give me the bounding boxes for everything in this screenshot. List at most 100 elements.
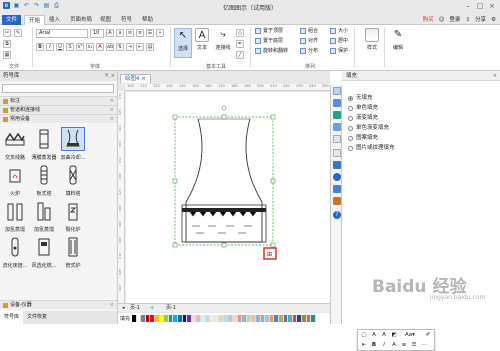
- fill-option-mono-gradient[interactable]: 单色渐变填充: [348, 125, 389, 132]
- tab-help[interactable]: 帮助: [138, 15, 157, 25]
- mini-font-grow-icon[interactable]: A: [370, 331, 378, 339]
- paste-icon[interactable]: ▦: [3, 51, 11, 59]
- hyperlink-panel-icon[interactable]: [333, 185, 341, 193]
- tab-view[interactable]: 视图: [96, 15, 115, 25]
- mini-indent-icon[interactable]: ⇤: [360, 341, 368, 349]
- center-button[interactable]: 居中: [330, 37, 348, 45]
- selection-handles[interactable]: [172, 114, 276, 248]
- tab-file-recovery[interactable]: 文件恢复: [23, 311, 51, 324]
- navigation-panel-icon[interactable]: [333, 173, 341, 181]
- edit-button[interactable]: ✎ 编辑: [388, 28, 408, 58]
- mini-align-icon[interactable]: ≡: [400, 341, 408, 349]
- line-spacing-icon[interactable]: ☰: [146, 29, 154, 37]
- minimize-icon[interactable]: –: [462, 1, 474, 12]
- page-panel-icon[interactable]: [333, 135, 341, 143]
- shape-fluidized-bed[interactable]: 流化床焙...: [2, 235, 28, 269]
- text-highlight-icon[interactable]: ab: [106, 43, 114, 51]
- mini-font-shrink-icon[interactable]: A: [380, 331, 388, 339]
- rotate-handle[interactable]: [221, 105, 227, 111]
- fill-panel-icon[interactable]: [333, 87, 341, 95]
- group-button[interactable]: 组合: [300, 27, 318, 35]
- shape-film-evaporator[interactable]: 薄膜蒸发器: [31, 127, 57, 161]
- section-callout[interactable]: 标注 ×: [0, 96, 117, 105]
- share-icon[interactable]: ⇪: [465, 16, 470, 24]
- send-to-back-button[interactable]: 置于底层: [255, 37, 283, 45]
- indent-icon[interactable]: ⇥: [126, 43, 134, 51]
- shape-hydro-distill-2[interactable]: 加氢蒸馏: [31, 199, 57, 233]
- shape-furnace[interactable]: 火炉: [2, 163, 28, 197]
- fill-option-solid[interactable]: 单色填充: [348, 105, 378, 112]
- login-link[interactable]: 登录: [449, 16, 460, 24]
- layer-panel-icon[interactable]: [333, 161, 341, 169]
- close-section-icon[interactable]: ×: [110, 115, 114, 124]
- cooling-tower-shape[interactable]: ⊞: [126, 92, 330, 303]
- fill-option-picture[interactable]: 图片或纹理填充: [348, 145, 395, 152]
- shape-wind-combustion[interactable]: 风选化燃...: [31, 235, 57, 269]
- data-panel-icon[interactable]: [333, 149, 341, 157]
- text-tool-button[interactable]: A 文本: [193, 28, 211, 58]
- tab-file[interactable]: 文件: [2, 15, 22, 25]
- buy-link[interactable]: 购买: [423, 16, 434, 24]
- bring-to-front-button[interactable]: 置于顶层: [255, 27, 283, 35]
- tab-symbol-library[interactable]: 符号库: [0, 311, 24, 324]
- close-icon[interactable]: ×: [486, 1, 498, 12]
- rotate-flip-button[interactable]: 旋转和翻转: [255, 47, 288, 55]
- maximize-icon[interactable]: □: [474, 1, 486, 12]
- format-painter-icon[interactable]: ✎: [14, 29, 22, 37]
- line-tool-icon[interactable]: ╱: [236, 51, 244, 59]
- mini-color-icon[interactable]: A: [390, 341, 398, 349]
- color-swatch[interactable]: [311, 315, 316, 322]
- add-page-icon[interactable]: +: [150, 304, 154, 313]
- align-button[interactable]: 对齐: [300, 37, 318, 45]
- font-name-select[interactable]: Arial: [36, 29, 88, 38]
- connector-tool-button[interactable]: ⤷ 连接线: [212, 28, 234, 58]
- fill-option-none[interactable]: 无填充: [348, 95, 373, 102]
- mini-italic-icon[interactable]: I: [380, 341, 388, 349]
- align-center-icon[interactable]: ≡: [136, 29, 144, 37]
- text-block-icon[interactable]: ▤: [146, 43, 154, 51]
- protect-button[interactable]: 保护: [330, 47, 348, 55]
- font-size-select[interactable]: 10: [90, 29, 104, 38]
- image-panel-icon[interactable]: [333, 123, 341, 131]
- outdent-icon[interactable]: ⇤: [136, 43, 144, 51]
- italic-icon[interactable]: I: [46, 43, 54, 51]
- font-grow-icon[interactable]: A: [106, 29, 114, 37]
- shadow-panel-icon[interactable]: [333, 111, 341, 119]
- fill-option-pattern[interactable]: 图案填充: [348, 135, 378, 142]
- section-common-equipment[interactable]: 常用设备 ×: [0, 114, 117, 123]
- library-search-input[interactable]: [2, 84, 114, 93]
- bullet-icon[interactable]: •: [156, 29, 164, 37]
- underline-icon[interactable]: U: [56, 43, 64, 51]
- page-label[interactable]: 页-1: [130, 304, 140, 313]
- tab-insert[interactable]: 插入: [45, 15, 64, 25]
- shape-hyperbolic-cooling-tower[interactable]: 双曲冷却...: [60, 127, 86, 161]
- attachment-panel-icon[interactable]: [333, 197, 341, 205]
- shape-cracking-furnace[interactable]: 裂化炉: [60, 199, 86, 233]
- font-color-icon[interactable]: A: [96, 43, 104, 51]
- font-shrink-icon[interactable]: a: [116, 29, 124, 37]
- help-icon[interactable]: ?: [333, 211, 341, 219]
- shape-hydro-distill-1[interactable]: 加氢蒸馏: [2, 199, 28, 233]
- user-icon[interactable]: ☺: [439, 16, 445, 24]
- settings-icon[interactable]: ⚙: [491, 16, 496, 24]
- cut-icon[interactable]: ✂: [3, 29, 11, 37]
- mini-brush-icon[interactable]: ✐: [424, 331, 432, 339]
- copy-icon[interactable]: ⧉: [3, 40, 11, 48]
- size-button[interactable]: 大小: [330, 27, 348, 35]
- subscript-icon[interactable]: x₂: [86, 43, 94, 51]
- mini-style-icon[interactable]: ▢: [360, 331, 368, 339]
- close-section-icon[interactable]: ×: [110, 301, 114, 310]
- section-pipes[interactable]: 管道和连接线 ×: [0, 105, 117, 114]
- shape-packed-tower[interactable]: 填料塔: [60, 163, 86, 197]
- mini-more-icon[interactable]: ⋯: [420, 341, 428, 349]
- share-link[interactable]: 分享: [475, 16, 486, 24]
- select-tool-button[interactable]: ↖ 选择: [174, 28, 192, 58]
- close-tab-icon[interactable]: ×: [141, 76, 146, 82]
- mini-bold-icon[interactable]: B: [370, 341, 378, 349]
- page-nav-icon[interactable]: ◂: [122, 304, 125, 313]
- fill-panel-close-icon[interactable]: ×: [493, 71, 497, 81]
- tab-page-layout[interactable]: 页面布局: [66, 15, 96, 25]
- mini-font-select[interactable]: Aa▾: [402, 331, 418, 339]
- drawing-page[interactable]: ⊞: [126, 92, 330, 303]
- document-tab[interactable]: 绘图4 ×: [120, 74, 151, 83]
